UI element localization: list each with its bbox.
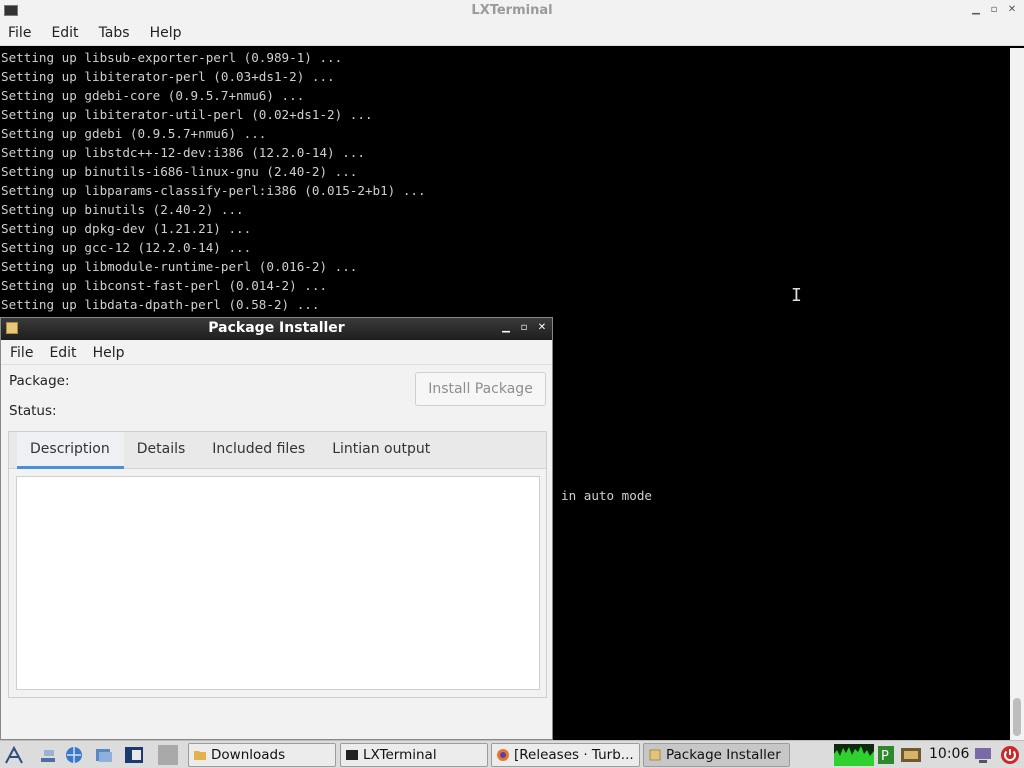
menu-file[interactable]: File [8, 22, 41, 45]
description-textview[interactable] [16, 476, 540, 690]
task-label: Package Installer [666, 747, 781, 763]
terminal-line: Setting up gdebi-core (0.9.5.7+nmu6) ... [1, 88, 305, 103]
terminal-line: Setting up binutils (2.40-2) ... [1, 202, 244, 217]
details-notebook: Description Details Included files Linti… [8, 431, 547, 698]
tab-details[interactable]: Details [124, 432, 200, 469]
web-browser-icon[interactable] [64, 745, 84, 765]
task-lxterminal[interactable]: LXTerminal [340, 743, 488, 767]
terminal-launcher-icon[interactable] [124, 745, 144, 765]
menu-edit[interactable]: Edit [51, 22, 88, 45]
clock[interactable]: 10:06 [929, 746, 969, 762]
menu-file[interactable]: File [10, 341, 43, 364]
terminal-menubar: File Edit Tabs Help [0, 22, 1024, 46]
svg-text:P: P [881, 749, 889, 764]
terminal-line: Setting up libstdc++-12-dev:i386 (12.2.0… [1, 145, 365, 160]
menu-launcher-icon[interactable] [4, 745, 24, 765]
terminal-scrollbar[interactable] [1010, 48, 1024, 740]
task-downloads[interactable]: Downloads [188, 743, 336, 767]
installer-menubar: File Edit Help [1, 341, 552, 365]
terminal-line: Setting up libdata-dpath-perl (0.58-2) .… [1, 297, 320, 312]
text-cursor-icon: I [791, 285, 802, 306]
package-installer-window: Package Installer ▁ ▫ ✕ File Edit Help P… [0, 317, 553, 740]
maximize-icon[interactable]: ▫ [518, 321, 530, 335]
task-label: [Releases · Turb... [514, 747, 634, 763]
minimize-icon[interactable]: ▁ [500, 321, 512, 335]
close-icon[interactable]: ✕ [536, 321, 548, 335]
installer-titlebar[interactable]: Package Installer ▁ ▫ ✕ [1, 318, 552, 340]
lock-screen-icon[interactable] [973, 746, 993, 764]
power-icon[interactable] [1000, 745, 1020, 765]
maximize-icon[interactable]: ▫ [988, 3, 1000, 17]
menu-tabs[interactable]: Tabs [99, 22, 140, 45]
terminal-line: Setting up libconst-fast-perl (0.014-2) … [1, 278, 328, 293]
terminal-line: Setting up libsub-exporter-perl (0.989-1… [1, 50, 343, 65]
file-manager-icon[interactable] [94, 745, 114, 765]
network-icon[interactable] [900, 746, 922, 764]
task-package-installer[interactable]: Package Installer [643, 743, 790, 767]
status-label: Status: [9, 403, 57, 419]
terminal-line: Setting up libiterator-util-perl (0.02+d… [1, 107, 373, 122]
cpu-monitor-icon[interactable] [834, 744, 874, 766]
tab-included-files[interactable]: Included files [199, 432, 319, 469]
scrollbar-thumb[interactable] [1013, 698, 1021, 736]
terminal-line: Setting up gcc-12 (12.2.0-14) ... [1, 240, 252, 255]
terminal-line: Setting up binutils-i686-linux-gnu (2.40… [1, 164, 358, 179]
minimize-all-icon[interactable] [38, 745, 58, 765]
package-icon [649, 749, 661, 761]
terminal-line: Setting up libmodule-runtime-perl (0.016… [1, 259, 358, 274]
task-label: Downloads [211, 747, 286, 763]
task-firefox[interactable]: [Releases · Turb... [491, 743, 640, 767]
install-package-button[interactable]: Install Package [415, 372, 546, 406]
firefox-icon [497, 749, 509, 761]
tab-lintian-output[interactable]: Lintian output [319, 432, 444, 469]
terminal-line: Setting up libiterator-perl (0.03+ds1-2)… [1, 69, 335, 84]
menu-edit[interactable]: Edit [49, 341, 86, 364]
menu-help[interactable]: Help [150, 22, 192, 45]
terminal-line: Setting up libparams-classify-perl:i386 … [1, 183, 426, 198]
workspace-pager-icon[interactable] [158, 745, 178, 765]
terminal-icon [346, 750, 358, 760]
installer-window-title: Package Installer [208, 320, 345, 336]
folder-icon [194, 751, 206, 760]
terminal-line: Setting up dpkg-dev (1.21.21) ... [1, 221, 252, 236]
terminal-titlebar[interactable]: LXTerminal ▁ ▫ ✕ [0, 0, 1024, 22]
terminal-line: Setting up gdebi (0.9.5.7+nmu6) ... [1, 126, 267, 141]
close-icon[interactable]: ✕ [1006, 3, 1018, 17]
taskbar: Downloads LXTerminal [Releases · Turb...… [0, 740, 1024, 768]
terminal-window-title: LXTerminal [471, 3, 553, 18]
tab-description[interactable]: Description [17, 432, 124, 469]
minimize-icon[interactable]: ▁ [970, 3, 982, 17]
tab-bar: Description Details Included files Linti… [9, 432, 546, 469]
pending-updates-icon[interactable]: P [877, 745, 895, 765]
terminal-partial-line: in auto mode [561, 488, 652, 503]
task-label: LXTerminal [363, 747, 437, 763]
menu-help[interactable]: Help [93, 341, 135, 364]
package-label: Package: [9, 373, 70, 389]
